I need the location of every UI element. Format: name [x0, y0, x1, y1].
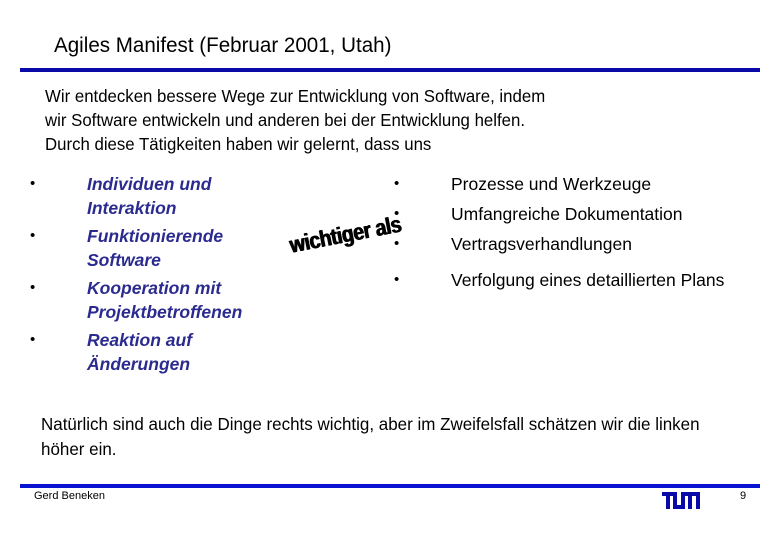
list-item: • Vertragsverhandlungen: [394, 232, 754, 256]
list-item: • Individuen und Interaktion: [30, 172, 290, 220]
list-item-text: Funktionierende Software: [87, 226, 224, 270]
bullet-icon: •: [394, 175, 400, 192]
intro-line: wir Software entwickeln und anderen bei …: [45, 110, 526, 130]
right-values-list: • Prozesse und Werkzeuge • Umfangreiche Do…: [394, 172, 754, 298]
intro-paragraph: Wir entdecken bessere Wege zur Entwicklu…: [45, 84, 717, 156]
intro-line: Durch diese Tätigkeiten haben wir gelern…: [45, 134, 432, 154]
page-number: 9: [740, 490, 747, 502]
list-item: • Umfangreiche Dokumentation: [394, 202, 754, 226]
slide-title: Agiles Manifest (Februar 2001, Utah): [54, 34, 392, 57]
bullet-icon: •: [30, 175, 36, 192]
conclusion-paragraph: Natürlich sind auch die Dinge rechts wic…: [41, 414, 700, 459]
bullet-icon: •: [30, 227, 36, 244]
list-item-text: Prozesse und Werkzeuge: [451, 174, 652, 194]
list-item-text: Kooperation mit Projektbetroffenen: [87, 278, 243, 322]
list-item: • Prozesse und Werkzeuge: [394, 172, 754, 196]
bullet-icon: •: [394, 235, 400, 252]
bullet-icon: •: [394, 205, 400, 222]
list-item: • Kooperation mit Projektbetroffenen: [30, 276, 290, 324]
bullet-icon: •: [30, 279, 36, 296]
list-item: • Reaktion auf Änderungen: [30, 328, 290, 376]
list-item: • Funktionierende Software: [30, 224, 290, 272]
list-item: • Verfolgung eines detaillierten Plans: [394, 268, 754, 292]
list-item-text: Umfangreiche Dokumentation: [451, 204, 683, 224]
list-item-text: Verfolgung eines detaillierten Plans: [451, 270, 725, 290]
footer-divider: [20, 484, 760, 488]
bullet-icon: •: [394, 271, 400, 288]
title-divider: [20, 68, 760, 72]
list-item-text: Individuen und Interaktion: [87, 174, 212, 218]
intro-line: Wir entdecken bessere Wege zur Entwicklu…: [45, 86, 546, 106]
footer-author: Gerd Beneken: [34, 490, 105, 502]
tum-logo-icon: [662, 492, 700, 509]
bullet-icon: •: [30, 331, 36, 348]
wordart-comparison: wichtiger als: [287, 210, 404, 258]
left-values-list: • Individuen und Interaktion • Funktionier…: [30, 172, 290, 380]
list-item-text: Reaktion auf Änderungen: [87, 330, 193, 374]
list-item-text: Vertragsverhandlungen: [451, 234, 632, 254]
